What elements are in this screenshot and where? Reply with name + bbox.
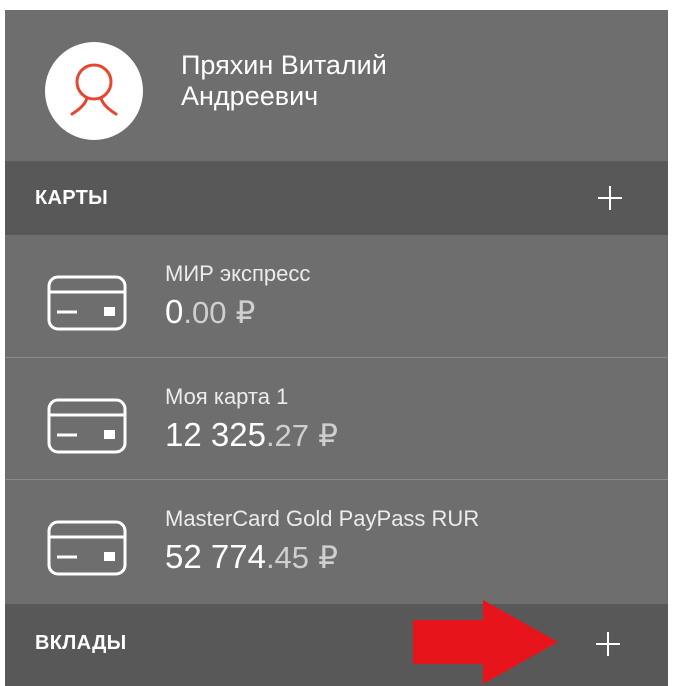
plus-icon	[596, 632, 620, 656]
avatar[interactable]	[45, 42, 143, 140]
card-balance-integer: 0	[165, 293, 184, 330]
user-icon	[70, 63, 118, 116]
deposits-section-title: ВКЛАДЫ	[35, 632, 127, 654]
user-name-line2: Андреевич	[181, 81, 319, 111]
red-arrow-annotation	[413, 600, 558, 684]
card-balance: 0.00 ₽	[165, 293, 255, 331]
add-card-button[interactable]	[595, 183, 625, 213]
plus-icon	[598, 186, 622, 210]
card-name: Моя карта 1	[165, 384, 289, 409]
ruble-sign: ₽	[318, 418, 338, 453]
card-balance-fraction: .27	[265, 418, 310, 453]
card-balance-fraction: .45	[265, 540, 310, 575]
ruble-sign: ₽	[318, 540, 338, 575]
credit-card-icon	[47, 398, 127, 454]
cards-section-title: КАРТЫ	[35, 187, 109, 209]
card-balance: 12 325.27 ₽	[165, 416, 338, 454]
add-deposit-button[interactable]	[593, 629, 623, 659]
card-item[interactable]: МИР экспресс 0.00 ₽	[5, 235, 668, 357]
card-balance-integer: 12 325	[165, 416, 266, 453]
card-name: MasterCard Gold PayPass RUR	[165, 506, 480, 531]
card-name: МИР экспресс	[165, 261, 311, 286]
credit-card-icon	[47, 275, 127, 331]
user-name: Пряхин Виталий Андреевич	[181, 50, 621, 112]
user-profile[interactable]: Пряхин Виталий Андреевич	[5, 10, 668, 161]
ruble-sign: ₽	[235, 295, 256, 330]
card-item[interactable]: Моя карта 1 12 325.27 ₽	[5, 357, 668, 479]
sidebar-panel: Пряхин Виталий Андреевич КАРТЫ МИР экспр…	[5, 10, 668, 686]
card-item[interactable]: MasterCard Gold PayPass RUR 52 774.45 ₽	[5, 479, 668, 601]
card-balance-fraction: .00	[183, 295, 227, 330]
card-balance: 52 774.45 ₽	[165, 538, 338, 576]
credit-card-icon	[47, 520, 127, 576]
card-balance-integer: 52 774	[165, 538, 266, 575]
deposits-section-header: ВКЛАДЫ	[5, 604, 668, 686]
user-name-line1: Пряхин Виталий	[181, 50, 387, 80]
cards-section-header: КАРТЫ	[5, 161, 668, 235]
